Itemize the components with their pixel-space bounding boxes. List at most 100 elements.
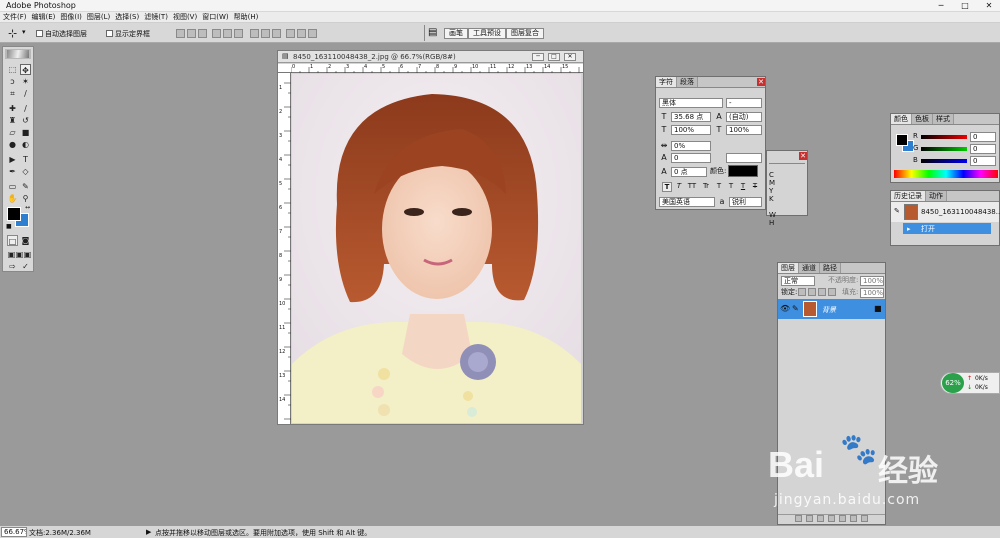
eraser-tool-icon[interactable]: ▱	[7, 127, 18, 138]
horizontal-scale-field[interactable]: 100%	[726, 125, 762, 135]
distribute-left-icon[interactable]	[286, 29, 295, 38]
align-right-icon[interactable]	[234, 29, 243, 38]
font-style-select[interactable]: -	[726, 98, 762, 108]
small-caps-button[interactable]: Tr	[700, 182, 712, 192]
doc-minimize-icon[interactable]: ─	[532, 53, 544, 61]
magic-wand-icon[interactable]: ✶	[20, 76, 31, 87]
auto-select-checkbox[interactable]	[36, 30, 43, 37]
align-top-icon[interactable]	[176, 29, 185, 38]
show-bounds-checkbox[interactable]	[106, 30, 113, 37]
move-tool-icon[interactable]: ✥	[20, 64, 31, 75]
blur-tool-icon[interactable]: ●	[7, 139, 18, 150]
standard-mode-icon[interactable]: □	[7, 235, 18, 246]
faux-bold-button[interactable]: T	[662, 182, 672, 192]
tab-color[interactable]: 颜色	[891, 114, 912, 124]
blend-mode-select[interactable]: 正常	[781, 276, 815, 286]
superscript-button[interactable]: T	[714, 182, 724, 192]
document-title-bar[interactable]: ▤ 8450_163110048438_2.jpg @ 66.7%(RGB/8#…	[278, 51, 583, 63]
history-brush-icon[interactable]: ↺	[20, 115, 31, 126]
kerning-field[interactable]: 0	[671, 153, 711, 163]
opacity-field[interactable]: 100%	[860, 276, 884, 286]
blue-slider[interactable]	[921, 159, 967, 163]
align-bottom-icon[interactable]	[198, 29, 207, 38]
strikethrough-button[interactable]: T	[750, 182, 760, 192]
kerning-method-select[interactable]	[726, 153, 762, 163]
status-arrow-icon[interactable]: ▶	[146, 528, 151, 536]
tab-actions[interactable]: 动作	[926, 191, 947, 201]
crop-tool-icon[interactable]: ⌗	[7, 88, 18, 99]
tab-paragraph[interactable]: 段落	[677, 77, 698, 87]
well-tab-brushes[interactable]: 画笔	[444, 28, 468, 39]
distribute-bottom-icon[interactable]	[272, 29, 281, 38]
menu-file[interactable]: 文件(F)	[3, 12, 27, 22]
menu-edit[interactable]: 编辑(E)	[32, 12, 56, 22]
distribute-right-icon[interactable]	[308, 29, 317, 38]
font-family-select[interactable]: 黑体	[659, 98, 723, 108]
move-tool-icon[interactable]: ⊹	[8, 27, 17, 40]
menu-help[interactable]: 帮助(H)	[234, 12, 259, 22]
screen-mode-full-icon[interactable]: ▣	[22, 249, 33, 260]
tab-character[interactable]: 字符	[656, 77, 677, 87]
menu-window[interactable]: 窗口(W)	[202, 12, 228, 22]
align-vcenter-icon[interactable]	[187, 29, 196, 38]
history-state-row[interactable]: ▸ 打开	[903, 223, 991, 234]
foreground-color-swatch[interactable]	[7, 207, 21, 221]
doc-maximize-icon[interactable]: □	[548, 53, 560, 61]
red-slider[interactable]	[921, 135, 967, 139]
doc-close-icon[interactable]: ✕	[564, 53, 576, 61]
red-value-field[interactable]: 0	[970, 132, 996, 142]
default-colors-icon[interactable]: ■	[6, 223, 12, 230]
imageready-jump-icon[interactable]: ⇨	[7, 261, 18, 272]
lock-position-icon[interactable]	[818, 288, 826, 296]
vertical-scale-field[interactable]: 100%	[671, 125, 711, 135]
hand-tool-icon[interactable]: ✋	[7, 193, 18, 204]
align-hcenter-icon[interactable]	[223, 29, 232, 38]
tab-history[interactable]: 历史记录	[891, 191, 926, 201]
path-select-icon[interactable]: ▶	[7, 154, 18, 165]
subscript-button[interactable]: T	[726, 182, 736, 192]
align-left-icon[interactable]	[212, 29, 221, 38]
brush-tool-icon[interactable]: ∕	[20, 103, 31, 114]
tab-channels[interactable]: 通道	[799, 263, 820, 273]
minimize-icon[interactable]: ─	[934, 1, 948, 11]
green-value-field[interactable]: 0	[970, 144, 996, 154]
menu-image[interactable]: 图像(I)	[60, 12, 82, 22]
palette-well-icon[interactable]: ▤	[428, 27, 437, 38]
tool-preset-dropdown-icon[interactable]: ▾	[22, 28, 26, 36]
zoom-level-field[interactable]: 66.67%	[1, 527, 27, 537]
clone-stamp-icon[interactable]: ♜	[7, 115, 18, 126]
swap-colors-icon[interactable]: ↔	[25, 204, 30, 211]
blue-value-field[interactable]: 0	[970, 156, 996, 166]
lasso-tool-icon[interactable]: ↄ	[7, 76, 18, 87]
shape-tool-icon[interactable]: ◇	[20, 166, 31, 177]
lock-transparency-icon[interactable]	[798, 288, 806, 296]
color-fg-swatch[interactable]	[896, 134, 908, 146]
menu-layer[interactable]: 图层(L)	[87, 12, 110, 22]
history-snapshot-row[interactable]: ✎ 8450_163110048438...	[891, 202, 1000, 222]
tab-layers[interactable]: 图层	[778, 263, 799, 273]
jump-icon[interactable]: ✓	[20, 261, 31, 272]
tab-styles[interactable]: 样式	[933, 114, 954, 124]
type-tool-icon[interactable]: T	[20, 154, 31, 165]
distribute-vcenter-icon[interactable]	[261, 29, 270, 38]
baseline-shift-field[interactable]: 0 点	[671, 167, 707, 177]
distribute-hcenter-icon[interactable]	[297, 29, 306, 38]
canvas-photo[interactable]	[292, 74, 581, 423]
menu-filter[interactable]: 滤镜(T)	[144, 12, 168, 22]
history-brush-source-icon[interactable]: ✎	[894, 207, 900, 215]
leading-field[interactable]: (自动)	[726, 112, 762, 122]
font-size-field[interactable]: 35.68 点	[671, 112, 711, 122]
lock-all-icon[interactable]	[828, 288, 836, 296]
color-spectrum-bar[interactable]	[894, 170, 998, 178]
tab-paths[interactable]: 路径	[820, 263, 841, 273]
dodge-tool-icon[interactable]: ◐	[20, 139, 31, 150]
well-tab-tool-presets[interactable]: 工具预设	[468, 28, 506, 39]
eyedropper-icon[interactable]: ✎	[20, 181, 31, 192]
network-speed-widget[interactable]: 62% ↑ 0K/s ↓ 0K/s	[940, 372, 1000, 394]
text-color-swatch[interactable]	[728, 165, 758, 177]
lock-image-icon[interactable]	[808, 288, 816, 296]
notes-tool-icon[interactable]: ▭	[7, 181, 18, 192]
fill-field[interactable]: 100%	[860, 288, 884, 298]
character-close-icon[interactable]: ✕	[757, 78, 765, 86]
marquee-tool-icon[interactable]: ⬚	[7, 64, 18, 75]
